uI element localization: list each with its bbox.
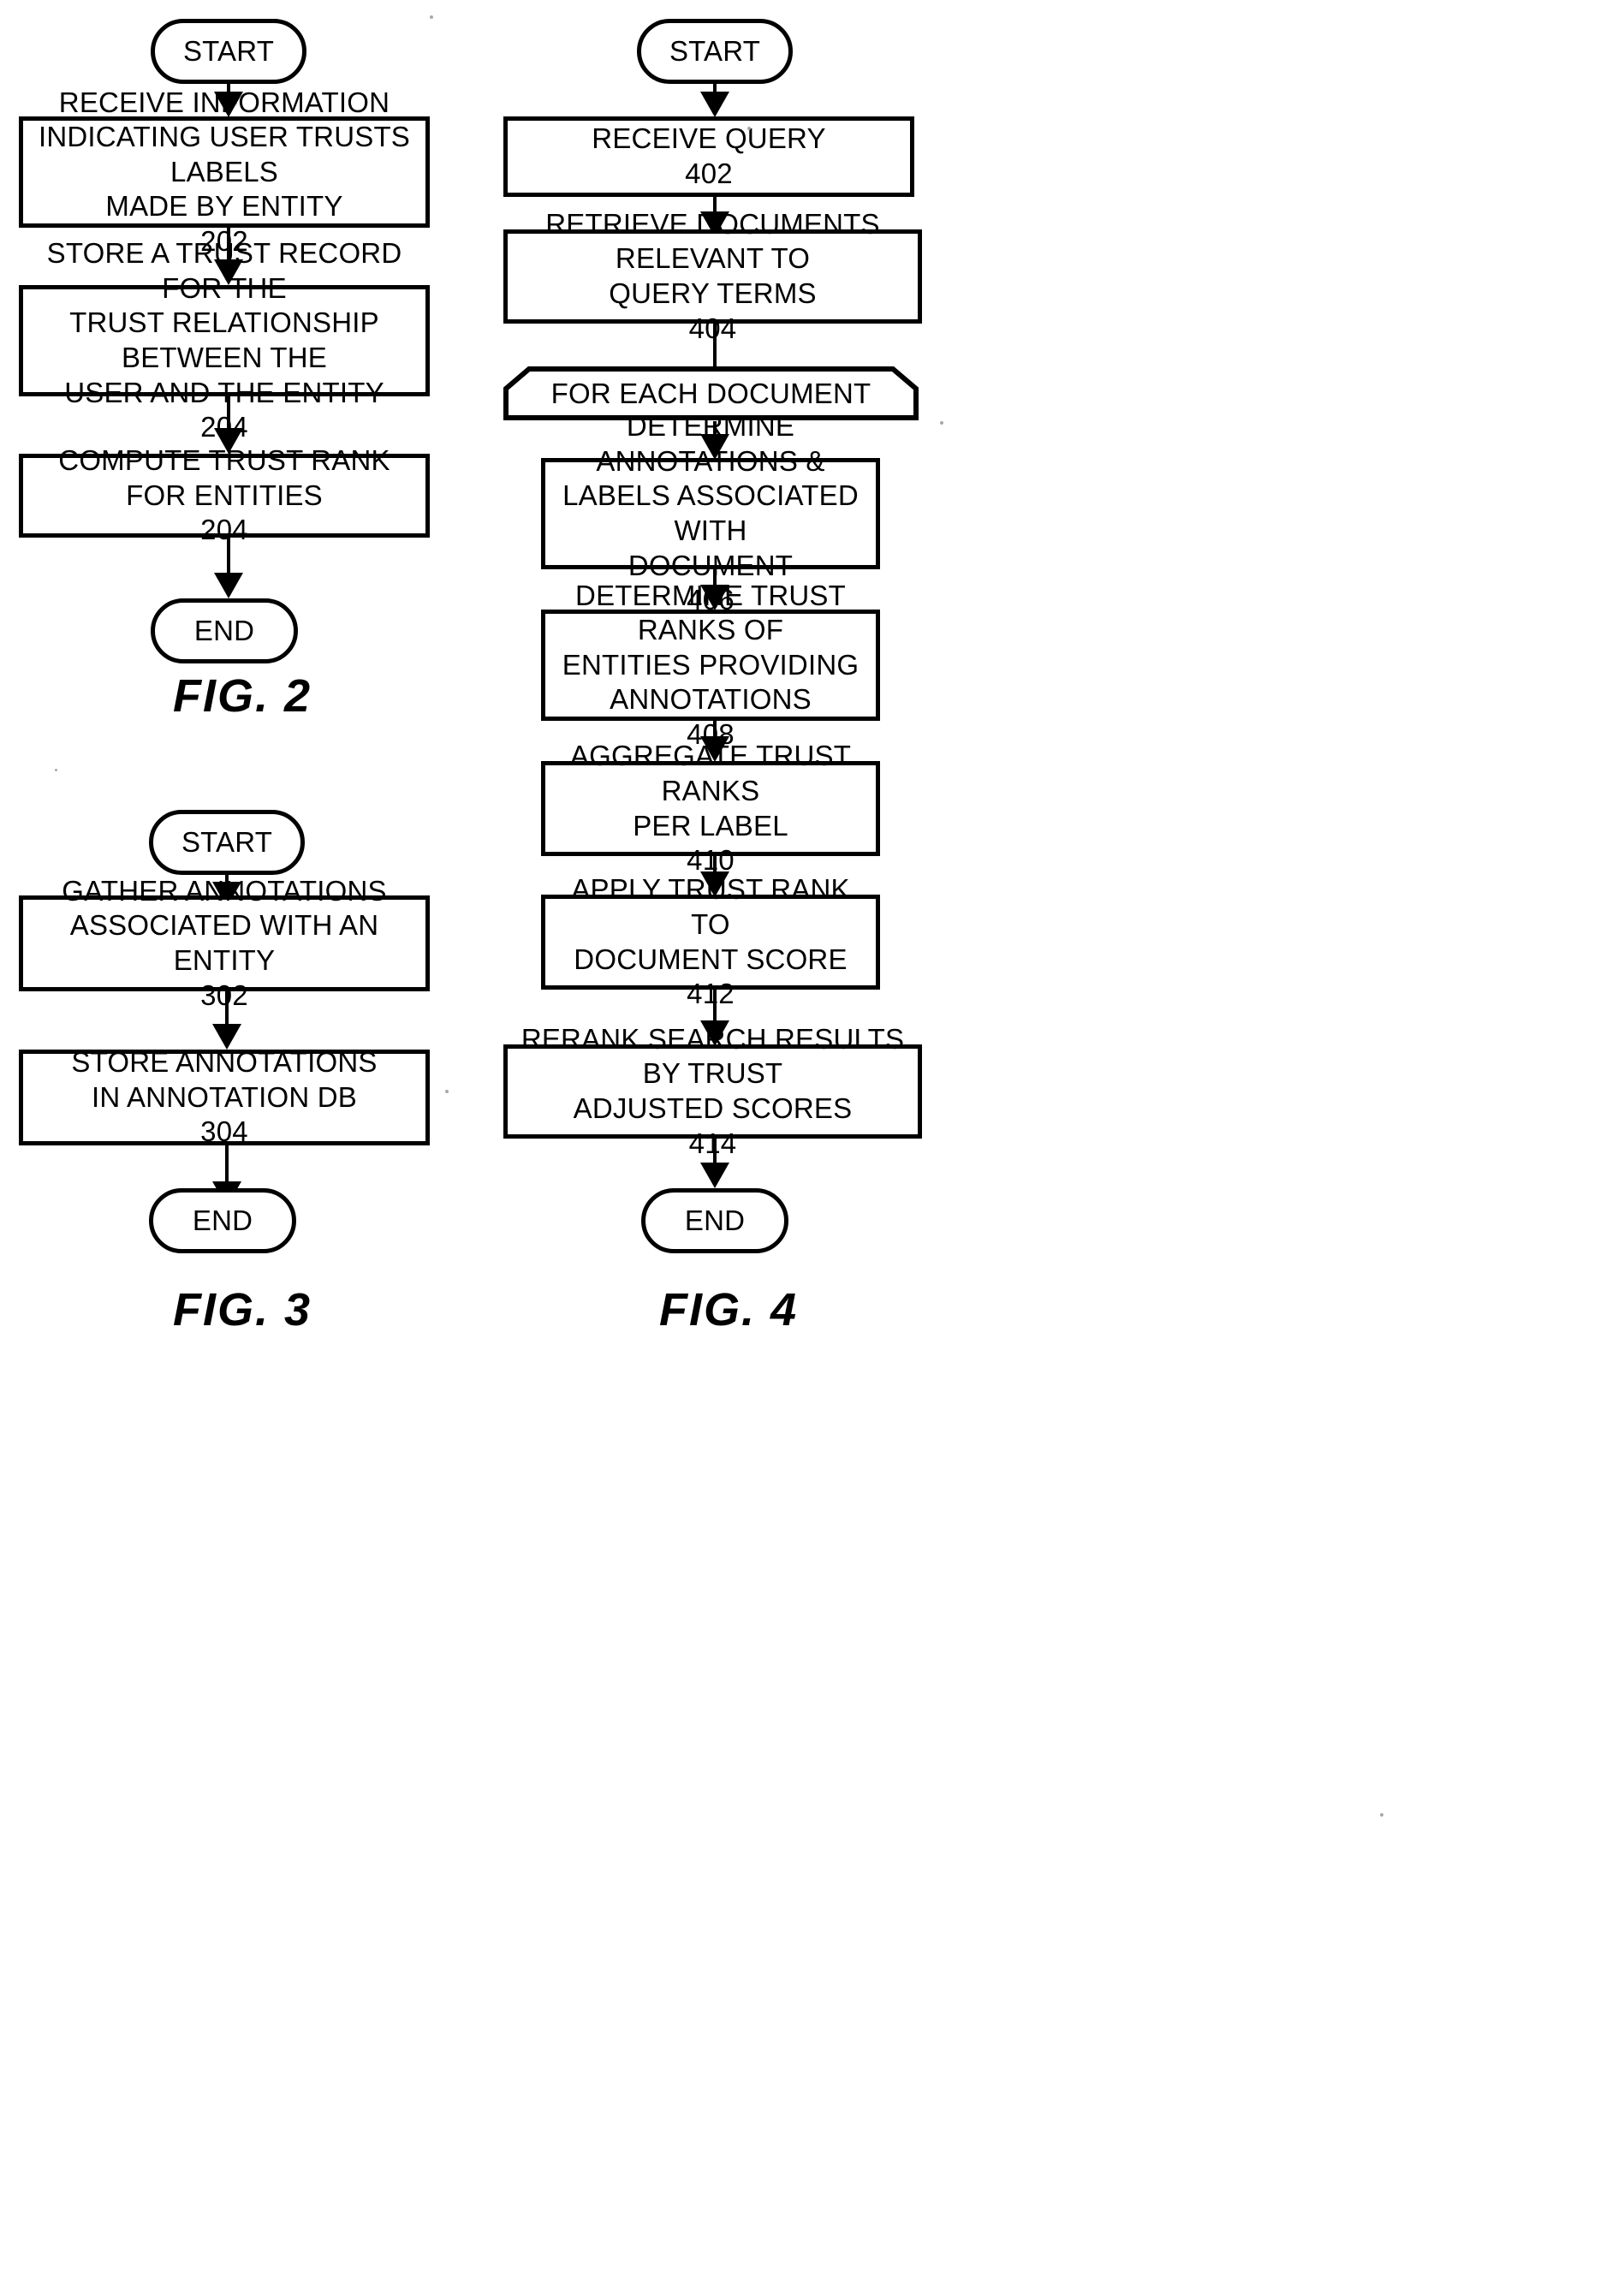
fig3-step-304-label: STORE ANNOTATIONS IN ANNOTATION DB 304 [71, 1046, 378, 1148]
fig3-start-label: START [181, 825, 273, 858]
scan-speck [430, 15, 433, 19]
scan-speck [55, 769, 57, 771]
fig3-connector-302-to-304 [211, 991, 242, 1050]
figure-4-caption: FIG. 4 [659, 1284, 799, 1335]
fig4-connector-414-to-end [699, 1139, 730, 1188]
fig4-step-412: APPLY TRUST RANK TO DOCUMENT SCORE 412 [541, 873, 880, 1009]
fig4-end-terminator: END [641, 1188, 788, 1253]
fig4-loop-label: FOR EACH DOCUMENT [550, 377, 871, 409]
fig4-step-406: DETERMINE ANNOTATIONS & LABELS ASSOCIATE… [541, 410, 880, 616]
fig4-connector-404-to-loop [699, 324, 730, 368]
patent-drawing-sheet: START RECEIVE INFORMATION INDICATING USE… [0, 0, 1612, 2296]
fig2-start-label: START [182, 34, 275, 67]
fig2-step-204-compute: COMPUTE TRUST RANK FOR ENTITIES 204 [19, 444, 430, 545]
fig2-connector-204b-to-end [213, 538, 244, 598]
fig3-end-label: END [192, 1204, 253, 1236]
figure-3-caption: FIG. 3 [173, 1284, 312, 1335]
fig3-end-terminator: END [149, 1188, 296, 1253]
scan-speck [1380, 1813, 1383, 1817]
fig2-end-label: END [193, 614, 255, 646]
fig4-step-414: RERANK SEARCH RESULTS BY TRUST ADJUSTED … [503, 1023, 922, 1159]
scan-speck [940, 421, 943, 425]
fig4-step-404: RETRIEVE DOCUMENTS RELEVANT TO QUERY TER… [503, 208, 922, 344]
fig2-step-202: RECEIVE INFORMATION INDICATING USER TRUS… [19, 86, 430, 257]
fig4-connector-start-to-402 [699, 84, 730, 117]
fig4-start-terminator: START [637, 19, 793, 84]
scan-speck [445, 1090, 449, 1093]
fig4-end-label: END [684, 1204, 746, 1236]
fig3-step-304: STORE ANNOTATIONS IN ANNOTATION DB 304 [19, 1046, 430, 1147]
fig2-start-terminator: START [151, 19, 306, 84]
fig4-step-402-label: RECEIVE QUERY 402 [592, 122, 826, 189]
fig3-step-302: GATHER ANNOTATIONS ASSOCIATED WITH AN EN… [19, 875, 430, 1011]
fig4-step-402: RECEIVE QUERY 402 [503, 116, 914, 197]
fig2-step-204-compute-label: COMPUTE TRUST RANK FOR ENTITIES 204 [58, 444, 390, 546]
figure-2-caption: FIG. 2 [173, 670, 312, 722]
fig2-end-terminator: END [151, 598, 298, 663]
fig4-step-408: DETERMINE TRUST RANKS OF ENTITIES PROVID… [541, 580, 880, 750]
fig4-start-label: START [669, 34, 761, 67]
scan-speck [747, 127, 751, 130]
fig3-start-terminator: START [149, 810, 305, 875]
fig2-step-204-store: STORE A TRUST RECORD FOR THE TRUST RELAT… [19, 237, 430, 443]
fig4-step-410: AGGREGATE TRUST RANKS PER LABEL 410 [541, 740, 880, 876]
